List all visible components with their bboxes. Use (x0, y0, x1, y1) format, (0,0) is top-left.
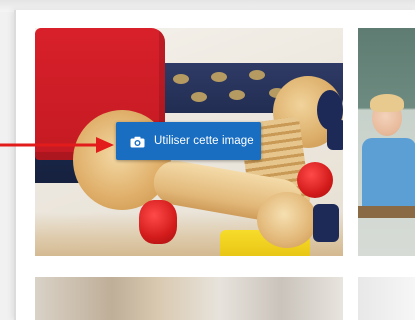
camera-icon (130, 135, 145, 148)
peg-end (257, 192, 317, 248)
child-shirt (362, 138, 415, 208)
red-bead (297, 162, 333, 198)
use-image-button[interactable]: Utiliser cette image (116, 122, 261, 160)
toy-nub (327, 120, 343, 150)
image-tile-classroom-child[interactable] (358, 28, 415, 256)
child-hair (370, 94, 404, 112)
screenshot-frame: Utiliser cette image (0, 0, 415, 320)
red-bead-large (139, 200, 177, 244)
toy-nub-small (313, 204, 339, 242)
red-arrow-annotation (0, 137, 114, 153)
image-tile-classroom[interactable] (35, 277, 343, 320)
use-image-label: Utiliser cette image (154, 135, 254, 147)
image-tile-partial[interactable] (358, 277, 415, 320)
school-desk (358, 206, 415, 218)
